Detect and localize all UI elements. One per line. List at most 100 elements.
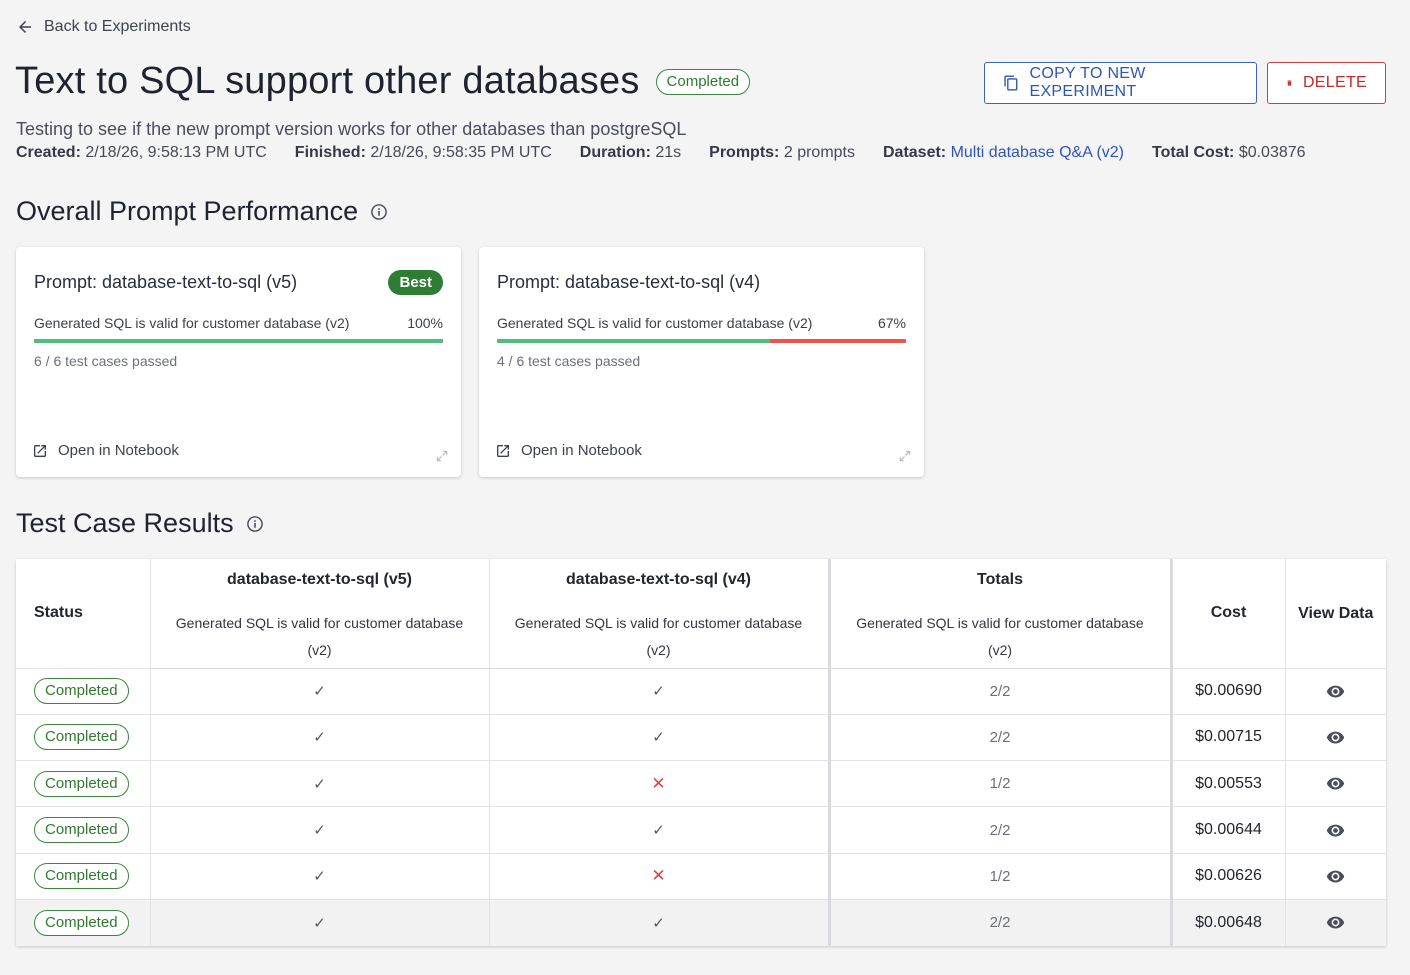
prompt-card-title: Prompt: database-text-to-sql (v4) bbox=[497, 271, 761, 292]
copy-icon bbox=[1004, 75, 1018, 91]
title-row: Text to SQL support other databases Comp… bbox=[15, 60, 751, 103]
metric-label: Generated SQL is valid for customer data… bbox=[497, 315, 813, 331]
cost-cell: $0.00715 bbox=[1169, 713, 1285, 761]
back-link-label: Back to Experiments bbox=[44, 18, 191, 35]
totals-cell: 2/2 bbox=[827, 806, 1171, 854]
experiment-metadata: Created: 2/18/26, 9:58:13 PM UTC Finishe… bbox=[16, 144, 1306, 162]
eye-icon[interactable] bbox=[1326, 682, 1345, 701]
check-icon: ✓ bbox=[488, 898, 829, 946]
page-title: Text to SQL support other databases bbox=[15, 60, 640, 102]
meta-duration: Duration: 21s bbox=[580, 144, 681, 162]
test-cases-passed: 4 / 6 test cases passed bbox=[497, 353, 641, 369]
open-in-notebook-link[interactable]: Open in Notebook bbox=[32, 442, 179, 459]
table-row[interactable]: Completed ✓ ✕ 1/2 $0.00553 bbox=[16, 760, 1386, 807]
external-link-icon bbox=[497, 444, 509, 457]
meta-cost-value: $0.03876 bbox=[1238, 144, 1306, 161]
column-header-cost[interactable]: Cost bbox=[1169, 559, 1285, 668]
open-notebook-label: Open in Notebook bbox=[58, 442, 179, 459]
best-badge: Best bbox=[388, 269, 443, 295]
open-notebook-label: Open in Notebook bbox=[521, 442, 642, 459]
eye-icon[interactable] bbox=[1326, 774, 1345, 793]
cross-icon: ✕ bbox=[488, 852, 829, 900]
table-row[interactable]: Completed ✓ ✓ 2/2 $0.00690 bbox=[16, 667, 1386, 715]
expand-icon[interactable] bbox=[435, 449, 449, 463]
status-badge: Completed bbox=[34, 909, 129, 936]
delete-button[interactable]: DELETE bbox=[1267, 62, 1386, 104]
header-actions: COPY TO NEW EXPERIMENT DELETE bbox=[984, 62, 1386, 104]
column-header-prompt-v4[interactable]: database-text-to-sql (v4) bbox=[488, 559, 829, 600]
meta-cost-label: Total Cost: bbox=[1152, 144, 1235, 161]
table-row[interactable]: Completed ✓ ✓ 2/2 $0.00644 bbox=[16, 806, 1386, 854]
meta-created: Created: 2/18/26, 9:58:13 PM UTC bbox=[16, 144, 267, 162]
pass-rate-bar-fill bbox=[497, 339, 770, 343]
copy-to-new-experiment-button[interactable]: COPY TO NEW EXPERIMENT bbox=[984, 62, 1257, 104]
metric-percent: 67% bbox=[877, 315, 906, 331]
check-icon: ✓ bbox=[149, 667, 489, 715]
column-header-view-data: View Data bbox=[1284, 559, 1386, 668]
check-icon: ✓ bbox=[149, 713, 489, 761]
experiment-description: Testing to see if the new prompt version… bbox=[16, 119, 687, 139]
meta-created-label: Created: bbox=[16, 144, 81, 161]
overall-performance-title: Overall Prompt Performance bbox=[16, 196, 359, 226]
meta-created-value: 2/18/26, 9:58:13 PM UTC bbox=[85, 144, 267, 161]
metric-label: Generated SQL is valid for customer data… bbox=[34, 315, 350, 331]
meta-prompts-label: Prompts: bbox=[709, 144, 780, 161]
column-subheader-evaluator: Generated SQL is valid for customer data… bbox=[149, 600, 489, 669]
check-icon: ✓ bbox=[488, 806, 829, 854]
meta-finished-value: 2/18/26, 9:58:35 PM UTC bbox=[370, 144, 552, 161]
test-case-results-table: Status database-text-to-sql (v5) databas… bbox=[16, 559, 1386, 946]
totals-cell: 1/2 bbox=[827, 760, 1171, 807]
check-icon: ✓ bbox=[149, 760, 489, 807]
totals-cell: 1/2 bbox=[827, 852, 1171, 900]
prompt-card-v5: Prompt: database-text-to-sql (v5) Best G… bbox=[16, 247, 461, 477]
table-row[interactable]: Completed ✓ ✓ 2/2 $0.00648 bbox=[16, 898, 1386, 946]
column-header-totals[interactable]: Totals bbox=[827, 559, 1171, 600]
status-badge: Completed bbox=[34, 724, 129, 751]
trash-icon bbox=[1287, 80, 1292, 86]
cost-cell: $0.00644 bbox=[1169, 806, 1285, 854]
open-in-notebook-link[interactable]: Open in Notebook bbox=[495, 442, 642, 459]
back-to-experiments-link[interactable]: Back to Experiments bbox=[16, 18, 191, 36]
meta-dataset: Dataset: Multi database Q&A (v2) bbox=[883, 144, 1124, 162]
meta-finished: Finished: 2/18/26, 9:58:35 PM UTC bbox=[295, 144, 552, 162]
eye-icon[interactable] bbox=[1326, 913, 1345, 932]
overall-performance-heading: Overall Prompt Performance bbox=[16, 196, 388, 227]
status-badge: Completed bbox=[34, 770, 129, 797]
cost-cell: $0.00690 bbox=[1169, 667, 1285, 715]
metric-percent: 100% bbox=[407, 315, 443, 331]
table-row[interactable]: Completed ✓ ✕ 1/2 $0.00626 bbox=[16, 852, 1386, 900]
status-badge: Completed bbox=[34, 817, 129, 844]
eye-icon[interactable] bbox=[1326, 821, 1345, 840]
delete-button-label: DELETE bbox=[1302, 74, 1367, 91]
expand-icon[interactable] bbox=[898, 449, 912, 463]
info-icon[interactable] bbox=[246, 515, 264, 533]
cross-icon: ✕ bbox=[488, 760, 829, 807]
table-row[interactable]: Completed ✓ ✓ 2/2 $0.00715 bbox=[16, 713, 1386, 761]
meta-duration-value: 21s bbox=[655, 144, 682, 161]
meta-dataset-label: Dataset: bbox=[882, 144, 947, 161]
eye-icon[interactable] bbox=[1326, 728, 1345, 747]
column-header-prompt-v5[interactable]: database-text-to-sql (v5) bbox=[149, 559, 489, 600]
dataset-link[interactable]: Multi database Q&A (v2) bbox=[951, 144, 1124, 161]
meta-prompts-value: 2 prompts bbox=[783, 144, 855, 161]
check-icon: ✓ bbox=[149, 852, 489, 900]
eye-icon[interactable] bbox=[1326, 867, 1345, 886]
meta-finished-label: Finished: bbox=[294, 144, 366, 161]
info-icon[interactable] bbox=[370, 203, 388, 221]
prompt-card-title: Prompt: database-text-to-sql (v5) bbox=[34, 271, 298, 292]
cost-cell: $0.00553 bbox=[1169, 760, 1285, 807]
totals-cell: 2/2 bbox=[827, 898, 1171, 946]
test-case-results-title: Test Case Results bbox=[16, 508, 234, 538]
column-subheader-evaluator: Generated SQL is valid for customer data… bbox=[488, 600, 829, 669]
status-badge: Completed bbox=[34, 678, 129, 705]
status-badge: Completed bbox=[655, 68, 751, 95]
meta-total-cost: Total Cost: $0.03876 bbox=[1152, 144, 1306, 162]
external-link-icon bbox=[34, 444, 46, 457]
check-icon: ✓ bbox=[488, 713, 829, 761]
check-icon: ✓ bbox=[149, 898, 489, 946]
check-icon: ✓ bbox=[488, 667, 829, 715]
totals-cell: 2/2 bbox=[827, 667, 1171, 715]
totals-cell: 2/2 bbox=[827, 713, 1171, 761]
copy-button-label: COPY TO NEW EXPERIMENT bbox=[1029, 65, 1146, 100]
column-header-status[interactable]: Status bbox=[16, 559, 150, 668]
